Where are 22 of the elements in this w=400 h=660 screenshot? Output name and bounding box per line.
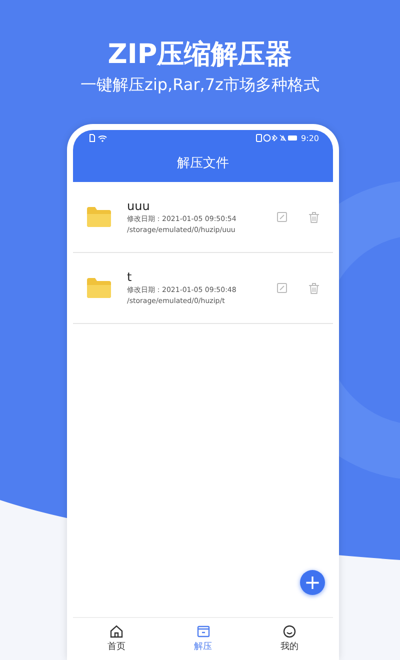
edit-icon[interactable] bbox=[277, 283, 287, 293]
add-button[interactable]: + bbox=[300, 570, 325, 595]
promo-subtitle: 一键解压zip,Rar,7z市场多种格式 bbox=[80, 74, 320, 96]
file-name: uuu bbox=[127, 198, 151, 214]
smiley-icon bbox=[283, 625, 296, 638]
nav-tab[interactable]: 解压 bbox=[160, 618, 246, 660]
wifi-icon bbox=[98, 134, 107, 142]
nav-tab[interactable]: 我的 bbox=[246, 618, 333, 660]
trash-icon[interactable] bbox=[309, 212, 319, 222]
edit-icon[interactable] bbox=[277, 212, 287, 222]
folder-icon bbox=[87, 278, 111, 298]
sim-icon bbox=[89, 134, 95, 142]
trash-icon[interactable] bbox=[309, 282, 319, 294]
promo-title: ZIP压缩解压器 bbox=[108, 38, 292, 72]
file-name: t bbox=[127, 270, 133, 284]
folder-icon bbox=[87, 207, 111, 227]
header-title: 解压文件 bbox=[176, 155, 230, 173]
status-time: 9:20 bbox=[301, 134, 319, 142]
box-icon bbox=[196, 625, 210, 638]
nav-tab[interactable]: 首页 bbox=[73, 618, 160, 660]
home-icon bbox=[110, 625, 123, 638]
status-icons-drawing bbox=[256, 134, 298, 142]
